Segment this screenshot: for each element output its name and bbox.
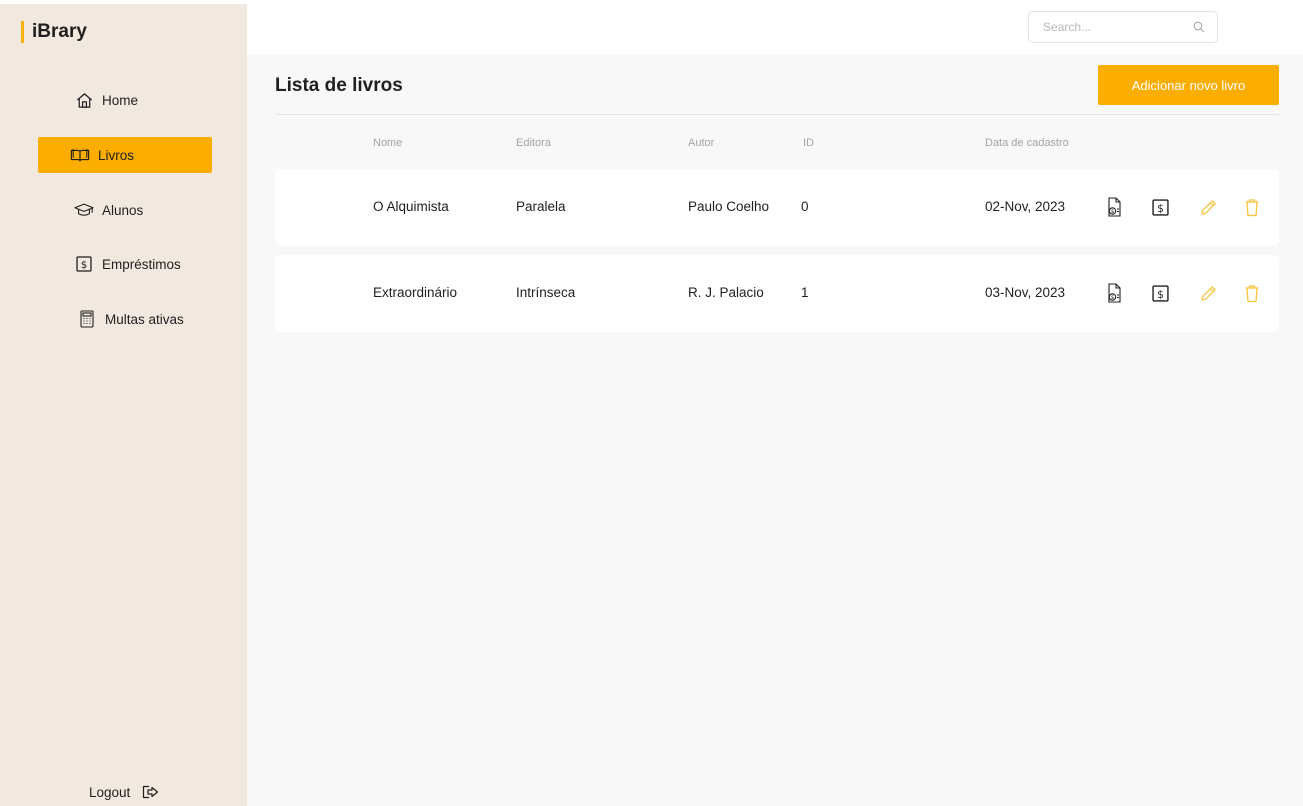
- delete-trash-icon[interactable]: [1241, 196, 1263, 218]
- page-title: Lista de livros: [275, 75, 403, 96]
- sidebar-item-label: Empréstimos: [102, 256, 181, 272]
- svg-text:$: $: [1111, 209, 1115, 215]
- logo-accent-bar: [21, 21, 24, 43]
- edit-pencil-icon[interactable]: [1197, 196, 1219, 218]
- search-input[interactable]: [1041, 19, 1193, 35]
- cell-editora: Paralela: [516, 199, 566, 214]
- table-row: O Alquimista Paralela Paulo Coelho 0 02-…: [275, 169, 1279, 246]
- graduation-cap-icon: [74, 200, 94, 220]
- search-box: [1028, 11, 1218, 43]
- cell-id: 1: [801, 285, 809, 300]
- sidebar-item-livros[interactable]: Livros: [38, 137, 212, 173]
- search-icon[interactable]: [1193, 21, 1205, 33]
- logout-button[interactable]: Logout: [89, 781, 160, 803]
- svg-text:$: $: [1111, 295, 1115, 301]
- sidebar-item-label: Alunos: [102, 202, 144, 218]
- divider: [275, 114, 1279, 115]
- money-document-icon[interactable]: $: [1103, 196, 1125, 218]
- cell-autor: R. J. Palacio: [688, 285, 764, 300]
- sidebar: iBrary Home Livros Alunos $ Empréstimos …: [0, 4, 247, 806]
- sidebar-item-emprestimos[interactable]: $ Empréstimos: [38, 246, 212, 282]
- money-document-icon[interactable]: $: [1103, 282, 1125, 304]
- calculator-icon: [77, 309, 97, 329]
- column-header-autor: Autor: [688, 137, 715, 149]
- table-row: Extraordinário Intrínseca R. J. Palacio …: [275, 255, 1279, 332]
- sidebar-item-multas-ativas[interactable]: Multas ativas: [38, 301, 212, 337]
- top-bar: [247, 0, 1303, 55]
- book-icon: [70, 145, 90, 165]
- logout-label: Logout: [89, 784, 131, 800]
- svg-text:$: $: [1157, 201, 1164, 214]
- cell-nome: O Alquimista: [373, 199, 449, 214]
- app-name: iBrary: [32, 21, 87, 42]
- delete-trash-icon[interactable]: [1241, 282, 1263, 304]
- column-header-editora: Editora: [516, 137, 551, 149]
- home-icon: [74, 90, 94, 110]
- main-content: Lista de livros Adicionar novo livro Nom…: [247, 55, 1303, 806]
- column-header-id: ID: [803, 137, 814, 149]
- edit-pencil-icon[interactable]: [1197, 282, 1219, 304]
- sidebar-item-label: Home: [102, 92, 139, 108]
- cell-data: 02-Nov, 2023: [985, 199, 1066, 214]
- dollar-box-icon: $: [74, 254, 94, 274]
- add-book-button[interactable]: Adicionar novo livro: [1098, 65, 1279, 105]
- sidebar-item-label: Livros: [98, 147, 135, 163]
- cell-data: 03-Nov, 2023: [985, 285, 1066, 300]
- sidebar-item-home[interactable]: Home: [38, 82, 212, 118]
- svg-text:$: $: [81, 260, 87, 271]
- cell-autor: Paulo Coelho: [688, 199, 770, 214]
- cell-nome: Extraordinário: [373, 285, 458, 300]
- svg-text:$: $: [1157, 287, 1164, 300]
- sidebar-item-alunos[interactable]: Alunos: [38, 192, 212, 228]
- column-header-data: Data de cadastro: [985, 137, 1069, 149]
- dollar-box-icon[interactable]: $: [1149, 282, 1171, 304]
- cell-id: 0: [801, 199, 809, 214]
- column-header-nome: Nome: [373, 137, 403, 149]
- sidebar-item-label: Multas ativas: [105, 311, 184, 327]
- app-logo: iBrary: [21, 18, 87, 46]
- cell-editora: Intrínseca: [516, 285, 576, 300]
- logout-icon: [142, 785, 160, 799]
- dollar-box-icon[interactable]: $: [1149, 196, 1171, 218]
